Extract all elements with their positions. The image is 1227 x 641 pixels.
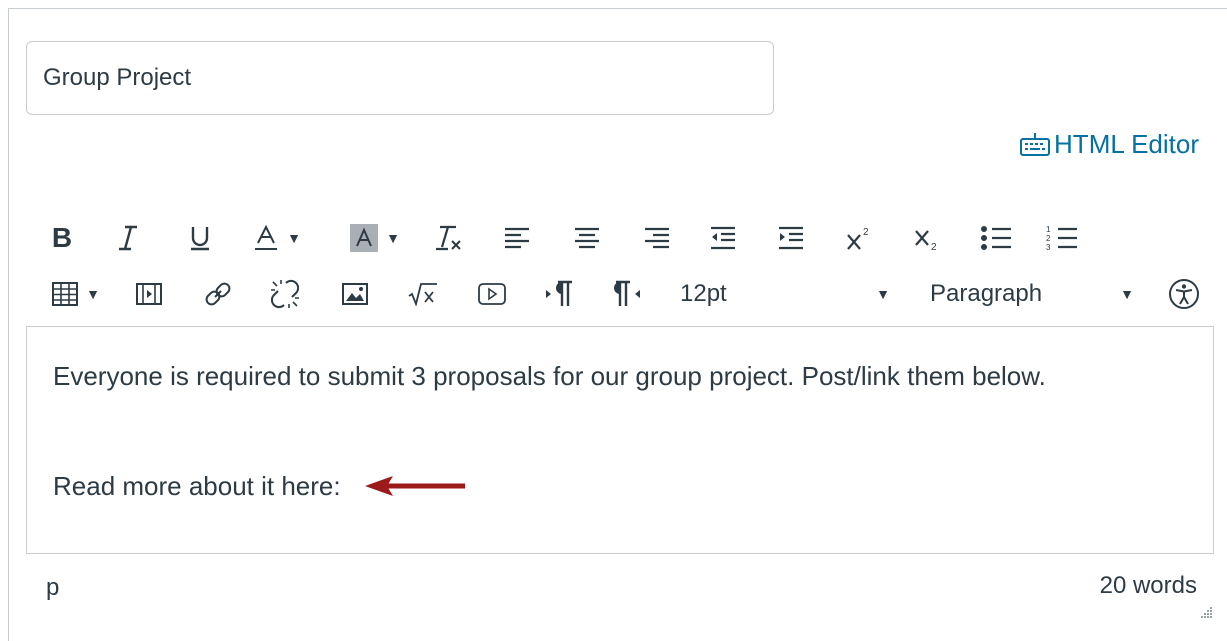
numbered-list-button[interactable]: 123 xyxy=(1046,216,1078,260)
image-button[interactable] xyxy=(342,272,368,316)
unlink-icon xyxy=(270,279,300,309)
ltr-paragraph-icon xyxy=(546,280,572,306)
chevron-down-icon: ▼ xyxy=(876,286,890,302)
align-left-button[interactable] xyxy=(504,216,530,260)
block-format-value: Paragraph xyxy=(930,280,1043,307)
background-color-icon xyxy=(350,224,379,252)
chevron-down-icon: ▼ xyxy=(386,230,400,246)
subscript-button[interactable]: 2 xyxy=(914,216,942,260)
equation-button[interactable] xyxy=(408,272,438,316)
align-center-button[interactable] xyxy=(574,216,600,260)
element-path: p xyxy=(46,574,60,601)
outdent-button[interactable] xyxy=(710,216,736,260)
clear-formatting-button[interactable] xyxy=(434,216,464,260)
align-right-icon xyxy=(645,227,669,249)
svg-text:2: 2 xyxy=(863,227,869,238)
accessibility-checker-button[interactable] xyxy=(1168,272,1200,316)
equation-icon xyxy=(408,283,437,306)
embed-media-icon xyxy=(478,283,506,305)
title-input[interactable] xyxy=(26,41,774,115)
link-icon xyxy=(205,282,231,306)
resize-handle-icon[interactable] xyxy=(1199,606,1213,620)
numbered-list-icon: 123 xyxy=(1046,225,1077,252)
rtl-paragraph-button[interactable] xyxy=(612,272,642,316)
content-paragraph-2: Read more about it here: xyxy=(53,463,467,509)
annotation-arrow-icon xyxy=(364,476,465,496)
underline-button[interactable] xyxy=(188,216,212,260)
content-paragraph-2-text: Read more about it here: xyxy=(53,471,341,501)
ltr-paragraph-button[interactable] xyxy=(544,272,574,316)
chevron-down-icon: ▼ xyxy=(287,230,301,246)
outdent-icon xyxy=(711,226,735,250)
indent-button[interactable] xyxy=(778,216,804,260)
svg-text:1: 1 xyxy=(1046,225,1051,234)
html-editor-link[interactable]: HTML Editor xyxy=(1018,124,1199,164)
font-size-value: 12pt xyxy=(680,280,727,307)
chevron-down-icon: ▼ xyxy=(86,286,100,302)
rich-content-area[interactable]: Everyone is required to submit 3 proposa… xyxy=(26,326,1214,554)
table-button[interactable]: ▼ xyxy=(46,272,106,316)
media-button[interactable] xyxy=(136,272,162,316)
clear-formatting-icon xyxy=(436,225,461,251)
bold-icon: B xyxy=(51,222,73,253)
link-button[interactable] xyxy=(204,272,232,316)
text-color-button[interactable]: ▼ xyxy=(242,216,312,260)
align-left-icon xyxy=(505,227,529,249)
accessibility-icon xyxy=(1169,279,1199,309)
italic-icon xyxy=(119,225,137,251)
background-color-button[interactable]: ▼ xyxy=(340,216,410,260)
bulleted-list-icon xyxy=(981,226,1011,250)
svg-text:2: 2 xyxy=(1046,234,1051,243)
keyboard-icon xyxy=(1020,133,1051,156)
superscript-button[interactable]: 2 xyxy=(846,216,874,260)
align-center-icon xyxy=(575,227,599,249)
embed-media-button[interactable] xyxy=(478,272,506,316)
word-count: 20 words xyxy=(1099,572,1197,599)
bold-button[interactable]: B xyxy=(50,216,74,260)
underline-icon xyxy=(191,227,209,251)
chevron-down-icon: ▼ xyxy=(1120,286,1134,302)
svg-text:3: 3 xyxy=(1046,243,1051,252)
superscript-icon: 2 xyxy=(847,227,869,250)
indent-icon xyxy=(779,226,803,250)
svg-text:2: 2 xyxy=(931,242,937,251)
unlink-button[interactable] xyxy=(270,272,300,316)
italic-button[interactable] xyxy=(116,216,140,260)
font-size-select[interactable]: 12pt ▼ xyxy=(680,272,890,316)
media-icon xyxy=(136,283,162,305)
rtl-paragraph-icon xyxy=(614,280,640,306)
subscript-icon: 2 xyxy=(915,230,937,251)
block-format-select[interactable]: Paragraph ▼ xyxy=(930,272,1134,316)
content-paragraph-1: Everyone is required to submit 3 proposa… xyxy=(53,361,1046,391)
html-editor-label: HTML Editor xyxy=(1054,128,1199,159)
image-icon xyxy=(342,283,368,305)
align-right-button[interactable] xyxy=(644,216,670,260)
text-color-icon xyxy=(255,225,278,250)
table-icon xyxy=(52,282,79,306)
bulleted-list-button[interactable] xyxy=(980,216,1012,260)
